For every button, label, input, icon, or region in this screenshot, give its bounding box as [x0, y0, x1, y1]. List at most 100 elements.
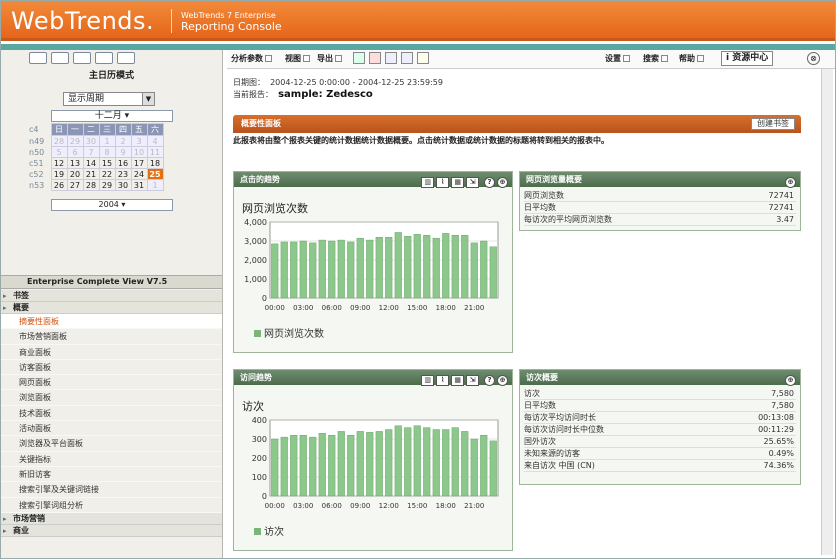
period-select[interactable]: 显示周期 ▼ — [63, 92, 155, 106]
toolbar-analysis-params[interactable]: 分析参数 — [231, 53, 272, 64]
stat-row[interactable]: 日平均数 72741 — [524, 201, 796, 214]
calendar-day[interactable]: 10 — [130, 146, 148, 158]
calendar-week-icon[interactable] — [51, 52, 69, 64]
nav-section[interactable]: ▸ 概要 — [1, 302, 222, 314]
calendar-day[interactable]: 1 — [146, 179, 164, 191]
nav-item[interactable]: 新旧访客 — [1, 467, 222, 483]
stat-label[interactable]: 日平均数 — [524, 201, 732, 214]
stat-label[interactable]: 访次 — [524, 388, 709, 400]
zoom-icon[interactable]: ⊕ — [785, 375, 796, 386]
toolbar-export[interactable]: 导出 — [317, 53, 342, 64]
zoom-icon[interactable] — [117, 52, 135, 64]
calendar-day[interactable]: 17 — [130, 157, 148, 169]
stat-row[interactable]: 国外访次 25.65% — [524, 435, 796, 448]
week-label[interactable]: n49 — [29, 136, 51, 147]
help-icon[interactable]: ? — [484, 375, 495, 386]
calendar-day[interactable]: 14 — [82, 157, 100, 169]
nav-section[interactable]: ▸ 市场营销 — [1, 512, 222, 525]
stat-row[interactable]: 未知来源的访客 0.49% — [524, 447, 796, 460]
nav-item[interactable]: 搜索引擎及关键词链接 — [1, 482, 222, 498]
toolbar-search[interactable]: 搜索 — [643, 53, 668, 64]
toolbar-help[interactable]: 帮助 — [679, 53, 704, 64]
nav-item[interactable]: 摘要性面板 — [1, 314, 222, 330]
nav-item[interactable]: 技术面板 — [1, 406, 222, 422]
stat-row[interactable]: 每访次的平均网页浏览数 3.47 — [524, 213, 796, 226]
week-label[interactable]: c51 — [29, 158, 51, 169]
nav-item[interactable]: 搜索引擎词组分析 — [1, 498, 222, 513]
table-icon[interactable]: ▦ — [451, 375, 465, 386]
word-icon[interactable] — [385, 52, 397, 64]
nav-item[interactable]: 访客面板 — [1, 360, 222, 376]
chevron-right-icon[interactable]: ▸ — [3, 513, 7, 525]
calendar-day[interactable]: 25 — [146, 168, 164, 180]
nav-item[interactable]: 商业面板 — [1, 345, 222, 360]
pdf-icon[interactable] — [369, 52, 381, 64]
stat-label[interactable]: 每访次的平均网页浏览数 — [524, 213, 732, 226]
calendar-day[interactable]: 8 — [98, 146, 116, 158]
excel-icon[interactable] — [353, 52, 365, 64]
calendar-day[interactable]: 30 — [114, 179, 132, 191]
stat-label[interactable]: 日平均数 — [524, 399, 709, 412]
stat-row[interactable]: 每访次访问时长中位数 00:11:29 — [524, 423, 796, 436]
calendar-day[interactable]: 13 — [66, 157, 84, 169]
stat-label[interactable]: 国外访次 — [524, 435, 709, 448]
zoom-icon[interactable]: ⊕ — [497, 375, 508, 386]
nav-item[interactable]: 浏览器及平台面板 — [1, 436, 222, 452]
calendar-day[interactable]: 2 — [114, 135, 132, 147]
month-selector[interactable]: 十二月 ▾ — [51, 110, 173, 122]
print-icon[interactable] — [401, 52, 413, 64]
calendar-month-icon[interactable] — [73, 52, 91, 64]
calendar-day[interactable]: 4 — [146, 135, 164, 147]
week-label[interactable]: c4 — [29, 124, 51, 136]
chevron-right-icon[interactable]: ▸ — [3, 290, 7, 302]
toolbar-view[interactable]: 视图 — [285, 53, 310, 64]
chevron-right-icon[interactable]: ▸ — [3, 302, 7, 314]
zoom-icon[interactable]: ⊕ — [785, 177, 796, 188]
calendar-day[interactable]: 31 — [130, 179, 148, 191]
calendar-day[interactable]: 28 — [82, 179, 100, 191]
calendar-day[interactable]: 26 — [50, 179, 68, 191]
calendar-day[interactable]: 24 — [130, 168, 148, 180]
nav-item[interactable]: 浏览面板 — [1, 390, 222, 406]
nav-section[interactable]: ▸ 书签 — [1, 290, 222, 302]
week-label[interactable]: n50 — [29, 147, 51, 158]
calendar-day[interactable]: 1 — [98, 135, 116, 147]
calendar-day[interactable]: 29 — [66, 135, 84, 147]
calendar-day[interactable]: 30 — [82, 135, 100, 147]
bar-chart-icon[interactable]: ▥ — [421, 375, 435, 386]
create-bookmark-button[interactable]: 创建书签 — [751, 118, 795, 130]
calendar-day[interactable]: 20 — [66, 168, 84, 180]
bar-chart-icon[interactable]: ▥ — [421, 177, 435, 188]
line-chart-icon[interactable]: ⌇ — [436, 375, 450, 386]
nav-item[interactable]: 市场营销面板 — [1, 329, 222, 345]
toolbar-settings[interactable]: 设置 — [605, 53, 630, 64]
calendar-day-icon[interactable] — [29, 52, 47, 64]
stat-label[interactable]: 来自访次 中国 (CN) — [524, 459, 709, 472]
scrollbar[interactable] — [821, 69, 833, 555]
nav-item[interactable]: 网页面板 — [1, 375, 222, 391]
stat-row[interactable]: 每访次平均访问时长 00:13:08 — [524, 411, 796, 424]
calendar-day[interactable]: 9 — [114, 146, 132, 158]
week-label[interactable]: c52 — [29, 169, 51, 180]
nav-section[interactable]: ▸ 商业 — [1, 524, 222, 537]
help-icon[interactable]: ? — [484, 177, 495, 188]
nav-item[interactable]: 关键指标 — [1, 452, 222, 467]
chevron-down-icon[interactable]: ▼ — [142, 93, 154, 105]
calendar-day[interactable]: 3 — [130, 135, 148, 147]
stat-row[interactable]: 网页浏览数 72741 — [524, 190, 796, 202]
calendar-day[interactable]: 28 — [50, 135, 68, 147]
stat-label[interactable]: 每访次平均访问时长 — [524, 411, 709, 424]
stat-row[interactable]: 访次 7,580 — [524, 388, 796, 400]
email-icon[interactable] — [417, 52, 429, 64]
profile-header[interactable]: Enterprise Complete View V7.5 — [1, 275, 222, 289]
line-chart-icon[interactable]: ⌇ — [436, 177, 450, 188]
calendar-day[interactable]: 19 — [50, 168, 68, 180]
calendar-day[interactable]: 12 — [50, 157, 68, 169]
table-icon[interactable]: ▦ — [451, 177, 465, 188]
export-icon[interactable]: ⇲ — [466, 177, 480, 188]
calendar-day[interactable]: 27 — [66, 179, 84, 191]
calendar-day[interactable]: 5 — [50, 146, 68, 158]
calendar-day[interactable]: 21 — [82, 168, 100, 180]
calendar-day[interactable]: 16 — [114, 157, 132, 169]
stat-row[interactable]: 日平均数 7,580 — [524, 399, 796, 412]
